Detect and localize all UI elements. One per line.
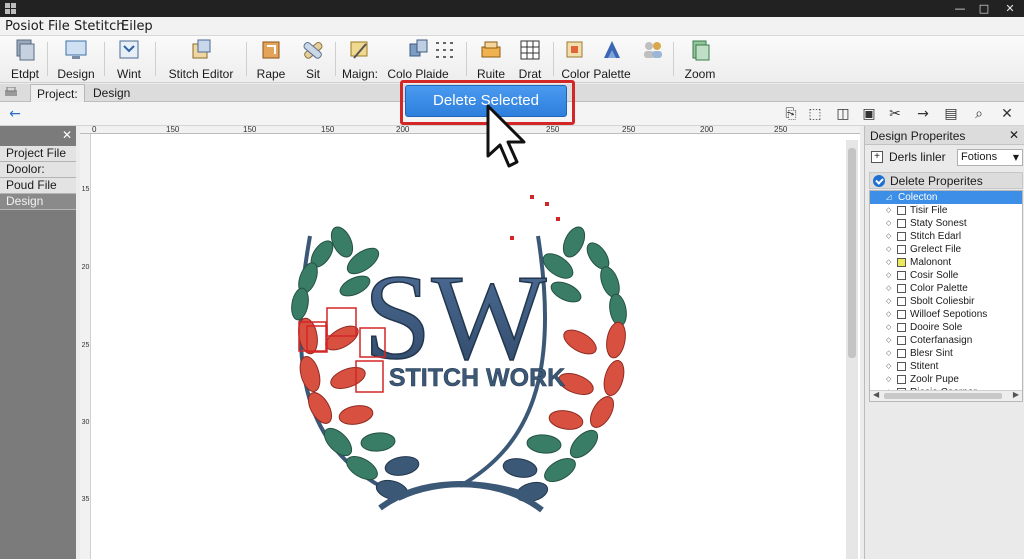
window-icon: [117, 38, 141, 62]
options-dropdown[interactable]: Fotions ▼: [957, 149, 1023, 166]
monitor-icon: [64, 38, 88, 62]
camera-icon[interactable]: ◫: [834, 105, 852, 123]
toolbar-button-rape[interactable]: Rape: [256, 38, 286, 82]
close-icon[interactable]: ✕: [999, 1, 1021, 16]
check-circle-icon: [873, 175, 885, 187]
panel-close-icon[interactable]: ✕: [62, 128, 72, 142]
arrow-right-icon[interactable]: →: [914, 105, 932, 123]
people-icon: [641, 38, 665, 62]
properties-tree[interactable]: ◿ Colecton ◇ Tisir File ◇ Staty Sonest ◇ Sti…: [869, 190, 1023, 402]
tree-item[interactable]: ◇ Sbolt Coliesbir: [870, 295, 1022, 308]
brand-text[interactable]: STITCH WORK: [389, 364, 566, 393]
toolbar-button-drat[interactable]: Drat: [516, 38, 544, 82]
tree-item[interactable]: ◇ Stitch Edarl: [870, 230, 1022, 243]
stack-icon: [13, 38, 37, 62]
document-icon[interactable]: ▤: [942, 105, 960, 123]
left-item-poud-file[interactable]: Poud File: [0, 178, 76, 194]
panel-header: Design Properites ✕: [865, 126, 1024, 145]
title-bar: — □ ✕: [0, 0, 1024, 17]
tab-design[interactable]: Design: [87, 84, 136, 102]
search-icon[interactable]: ⌕: [970, 105, 988, 123]
add-property-icon[interactable]: +: [871, 151, 883, 163]
magic-wand-icon: [348, 38, 372, 62]
tree-item[interactable]: ◇ Zoolr Pupe: [870, 373, 1022, 386]
tree-horizontal-scrollbar[interactable]: ◀ ▶: [870, 390, 1022, 401]
tree-item[interactable]: ◇ Stitent: [870, 360, 1022, 373]
design-properties-panel: Design Properites ✕ + Derls linler Fotio…: [864, 126, 1024, 559]
toolbar-button-etdpt[interactable]: Etdpt: [8, 38, 42, 82]
toolbar-button-design[interactable]: Design: [56, 38, 96, 82]
properties-filter-row: + Derls linler Fotions ▼: [869, 149, 1023, 167]
left-item-doolor[interactable]: Doolor:: [0, 162, 76, 178]
selection-dots: [510, 195, 560, 240]
image-icon[interactable]: ▣: [860, 105, 878, 123]
menu-item-stetitch[interactable]: Stetitch: [74, 19, 125, 34]
tree-item[interactable]: ◇ Color Palette: [870, 282, 1022, 295]
tree-item[interactable]: ◇ Staty Sonest: [870, 217, 1022, 230]
toolbar-button-ruite[interactable]: Ruite: [476, 38, 506, 82]
people-button[interactable]: [640, 38, 666, 82]
dotted-grid-icon: [433, 38, 457, 62]
delete-properties-section[interactable]: Delete Properites: [869, 172, 1023, 189]
tree-item-colecton[interactable]: ◿ Colecton: [870, 191, 1022, 204]
menu-item-eilep[interactable]: Eilep: [121, 19, 153, 34]
swatch-icon: [406, 38, 430, 62]
tree-item[interactable]: ◇ Tisir File: [870, 204, 1022, 217]
chevron-down-icon: ▼: [1012, 153, 1019, 162]
main-toolbar: Etdpt Design Wint Stitch Editor Rape Sit…: [0, 36, 1024, 83]
tree-item[interactable]: ◇ Coterfanasign: [870, 334, 1022, 347]
app-icon: [5, 3, 16, 14]
toolbar-button-maign[interactable]: Maign:: [342, 38, 378, 82]
zoom-icon: [688, 38, 712, 62]
crop-icon: [259, 38, 283, 62]
tree-item[interactable]: ◇ Willoef Sepotions: [870, 308, 1022, 321]
printer-icon[interactable]: [4, 86, 18, 98]
left-item-design[interactable]: Design: [0, 194, 76, 210]
bandage-icon: [301, 38, 325, 62]
maximize-icon[interactable]: □: [973, 1, 995, 16]
canvas-vertical-scrollbar[interactable]: [846, 140, 858, 559]
panel-close-icon[interactable]: ✕: [1009, 128, 1019, 142]
minimize-icon[interactable]: —: [949, 1, 971, 16]
embroidery-design[interactable]: SW STITCH WORK: [80, 126, 860, 559]
tree-item[interactable]: ◇ Cosir Solle: [870, 269, 1022, 282]
cut-icon[interactable]: ✂: [886, 105, 904, 123]
close-icon[interactable]: ✕: [998, 105, 1016, 123]
back-arrow-icon[interactable]: ←: [6, 105, 24, 123]
tree-item[interactable]: ◇ Grelect File: [870, 243, 1022, 256]
tree-item[interactable]: ◇ Dooire Sole: [870, 321, 1022, 334]
menu-item-posiot[interactable]: Posiot: [5, 19, 44, 34]
left-item-project-file[interactable]: Project File: [0, 146, 76, 162]
menu-item-file[interactable]: File: [48, 19, 70, 34]
palette-icon: [561, 38, 631, 62]
grid-icon: [518, 38, 542, 62]
toolbar-button-zoom[interactable]: Zoom: [683, 38, 717, 82]
menu-bar: Posiot File Stetitch Eilep: [0, 17, 1024, 36]
tree-item[interactable]: ◇ Blesr Sint: [870, 347, 1022, 360]
new-page-icon[interactable]: ⎘: [782, 105, 800, 123]
panel-title: Design Properites: [870, 129, 966, 143]
tab-project[interactable]: Project:: [30, 84, 85, 102]
toolbar-button-sit[interactable]: Sit: [299, 38, 327, 82]
toolbar-button-stitch-editor[interactable]: Stitch Editor: [165, 38, 237, 82]
filter-label: Derls linler: [889, 150, 946, 164]
project-panel: ✕ Project File Doolor: Poud File Design: [0, 126, 76, 559]
tree-item[interactable]: ◇ Malonont: [870, 256, 1022, 269]
dotted-grid-button[interactable]: [430, 38, 460, 82]
design-canvas[interactable]: 0 150 150 150 200 250 250 200 250 15 20 …: [80, 125, 860, 559]
select-region-icon[interactable]: ⬚: [806, 105, 824, 123]
scroll-thumb[interactable]: [848, 148, 856, 358]
mouse-cursor-icon: [486, 104, 526, 168]
ruler-icon: [479, 38, 503, 62]
stitch-editor-icon: [189, 38, 213, 62]
toolbar-button-color-palette[interactable]: Color Palette: [561, 38, 631, 82]
toolbar-button-wint[interactable]: Wint: [113, 38, 145, 82]
